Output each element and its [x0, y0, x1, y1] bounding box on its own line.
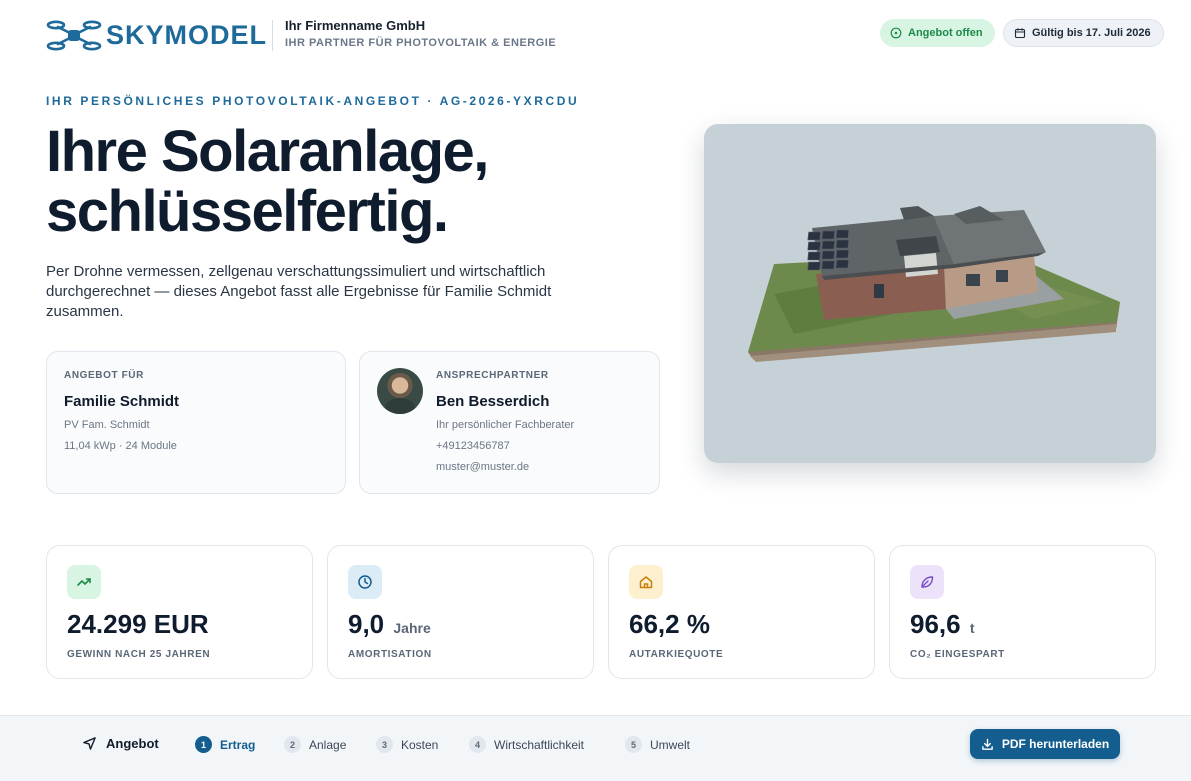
trending-up-icon	[77, 578, 91, 586]
step-label: Umwelt	[650, 737, 691, 752]
check-circle-icon	[890, 27, 902, 39]
nav-home-angebot[interactable]: Angebot	[82, 736, 159, 751]
customer-specs: 11,04 kWp · 24 Module	[64, 440, 177, 452]
section-navigation-bar: Angebot 1 Ertrag 2 Anlage 3 Kosten 4 Wir…	[0, 715, 1191, 781]
kpi-card-autarky: 66,2 % AUTARKIEQUOTE	[608, 545, 875, 679]
step-number: 4	[469, 736, 486, 753]
kpi-icon-box	[348, 565, 382, 599]
house-model-illustration	[748, 206, 1120, 362]
kpi-icon-box	[910, 565, 944, 599]
company-tagline: IHR PARTNER FÜR PHOTOVOLTAIK & ENERGIE	[285, 37, 557, 49]
house-3d-model-image[interactable]	[704, 124, 1156, 463]
validity-label: Gültig bis 17. Juli 2026	[1032, 27, 1151, 39]
drone-logo-icon	[46, 20, 102, 51]
step-label: Anlage	[309, 737, 347, 752]
company-info: Ihr Firmenname GmbH IHR PARTNER FÜR PHOT…	[285, 18, 556, 49]
company-name: Ihr Firmenname GmbH	[285, 18, 426, 33]
navigation-arrow-icon	[83, 737, 96, 750]
title-line-1: Ihre Solaranlage,	[46, 119, 489, 184]
kpi-label: AUTARKIEQUOTE	[629, 649, 724, 660]
kpi-value-unit: Jahre	[393, 620, 431, 636]
step-number: 3	[376, 736, 393, 753]
kpi-value-number: 9,0	[348, 609, 385, 639]
validity-badge: Gültig bis 17. Juli 2026	[1003, 19, 1164, 47]
pdf-download-button[interactable]: PDF herunterladen	[970, 729, 1120, 759]
offer-eyebrow: IHR PERSÖNLICHES PHOTOVOLTAIK-ANGEBOT · …	[46, 94, 580, 108]
contact-card-label: ANSPRECHPARTNER	[436, 370, 549, 381]
nav-step-kosten[interactable]: 3 Kosten	[376, 736, 438, 753]
kpi-icon-box	[629, 565, 663, 599]
kpi-value: 96,6 t	[910, 609, 975, 640]
nav-step-umwelt[interactable]: 5 Umwelt	[625, 736, 690, 753]
nav-step-ertrag[interactable]: 1 Ertrag	[195, 736, 255, 753]
contact-name: Ben Besserdich	[436, 393, 550, 410]
step-label: Wirtschaftlichkeit	[494, 737, 585, 752]
title-line-2: schlüsselfertig.	[46, 179, 449, 244]
kpi-value: 66,2 %	[629, 609, 712, 640]
contact-card: ANSPRECHPARTNER Ben Besserdich Ihr persö…	[359, 351, 660, 494]
customer-project: PV Fam. Schmidt	[64, 419, 150, 431]
kpi-label: GEWINN NACH 25 JAHREN	[67, 649, 211, 660]
header: SKYMODEL Ihr Firmenname GmbH IHR PARTNER…	[0, 0, 1191, 72]
customer-name: Familie Schmidt	[64, 393, 180, 410]
status-open-label: Angebot offen	[908, 27, 983, 39]
pdf-download-label: PDF herunterladen	[1001, 737, 1110, 751]
step-number: 2	[284, 736, 301, 753]
kpi-value-unit: t	[969, 620, 975, 636]
kpi-value-number: 96,6	[910, 609, 961, 639]
kpi-card-profit: 24.299 EUR GEWINN NACH 25 JAHREN	[46, 545, 313, 679]
brand-name: SKYMODEL	[106, 19, 268, 50]
customer-card: ANGEBOT FÜR Familie Schmidt PV Fam. Schm…	[46, 351, 346, 494]
nav-step-anlage[interactable]: 2 Anlage	[284, 736, 346, 753]
kpi-value: 24.299 EUR	[67, 609, 211, 640]
contact-email[interactable]: muster@muster.de	[436, 461, 574, 473]
contact-phone[interactable]: +49123456787	[436, 440, 574, 452]
nav-step-wirtschaftlichkeit[interactable]: 4 Wirtschaftlichkeit	[469, 736, 584, 753]
download-icon	[981, 738, 993, 750]
step-number: 1	[195, 736, 212, 753]
leaf-icon	[921, 576, 934, 588]
kpi-value: 9,0 Jahre	[348, 609, 431, 640]
brand-logo[interactable]: SKYMODEL	[46, 17, 267, 53]
home-icon	[639, 576, 653, 589]
kpi-value-number: 66,2 %	[629, 609, 710, 639]
hero-lead: Per Drohne vermessen, zellgenau verschat…	[46, 263, 552, 320]
kpi-card-co2: 96,6 t CO₂ EINGESPART	[889, 545, 1156, 679]
kpi-label: AMORTISATION	[348, 649, 432, 660]
avatar	[377, 368, 423, 414]
customer-card-label: ANGEBOT FÜR	[64, 370, 144, 381]
page-title: Ihre Solaranlage, schlüsselfertig.	[46, 122, 666, 242]
contact-role: Ihr persönlicher Fachberater	[436, 419, 575, 431]
step-number: 5	[625, 736, 642, 753]
step-label: Ertrag	[220, 737, 256, 752]
kpi-icon-box	[67, 565, 101, 599]
kpi-card-amortization: 9,0 Jahre AMORTISATION	[327, 545, 594, 679]
header-divider	[272, 20, 273, 51]
calendar-icon	[1014, 28, 1026, 39]
step-label: Kosten	[401, 737, 439, 752]
status-badge-open: Angebot offen	[880, 19, 995, 47]
kpi-value-number: 24.299 EUR	[67, 609, 209, 639]
kpi-label: CO₂ EINGESPART	[910, 649, 1005, 660]
nav-home-label: Angebot	[106, 736, 159, 751]
clock-icon	[358, 575, 372, 589]
